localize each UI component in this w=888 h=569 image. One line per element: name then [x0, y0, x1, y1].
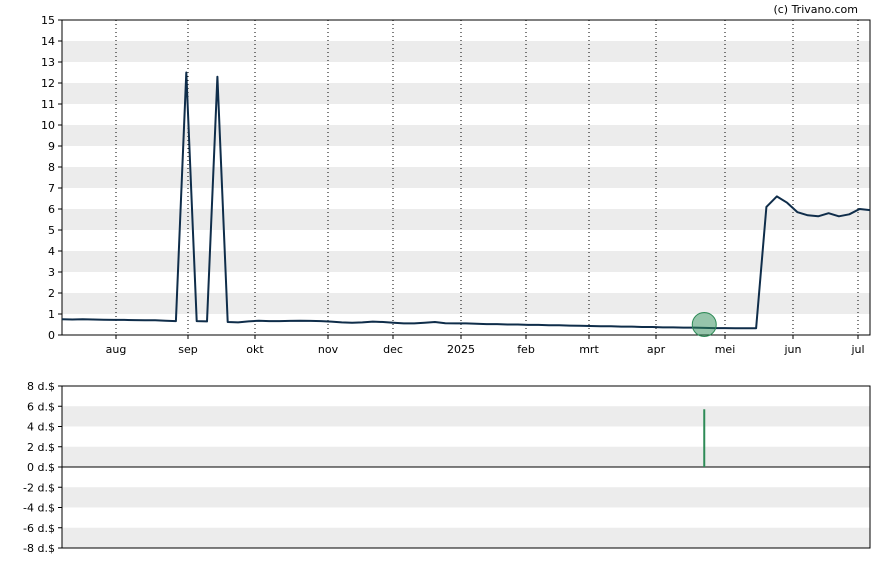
- top-chart-y-tick-label: 0: [48, 329, 55, 342]
- bottom-chart-band: [62, 527, 870, 548]
- bottom-chart-y-tick-label: 4 d.$: [27, 421, 55, 434]
- top-chart-y-tick-label: 13: [41, 56, 55, 69]
- chart-svg: 0123456789101112131415 aug sep okt nov dec 20…: [23, 3, 871, 555]
- top-chart-y-tick-label: 12: [41, 77, 55, 90]
- bottom-chart-y-tick-label: 0 d.$: [27, 461, 55, 474]
- top-chart-y-tick-label: 9: [48, 140, 55, 153]
- bottom-chart-y-tick-label: -2 d.$: [23, 481, 55, 494]
- chart-container: 0 1 2 3 4 5 6 7 8 9 10 11 12 13 14 15 aug sep okt nov dec 20…: [0, 0, 888, 565]
- top-chart-y-tick-label: 3: [48, 266, 55, 279]
- top-chart-x-tick-label: apr: [647, 343, 666, 356]
- top-chart-x-tick-label: 2025: [447, 343, 475, 356]
- bottom-chart-y-ticks: 8 d.$ 6 d.$ 4 d.$ 2 d.$ 0 d.$ -2 d.$ -4 d.$ -6 …: [23, 380, 62, 555]
- top-chart-price-line: [61, 71, 871, 330]
- top-chart-y-tick-label: 7: [48, 182, 55, 195]
- top-chart-y-tick-label: 6: [48, 203, 55, 216]
- bottom-chart-bands: [62, 406, 870, 548]
- top-chart-y-tick-label: 15: [41, 14, 55, 27]
- top-chart-y-tick-label: 5: [48, 224, 55, 237]
- top-chart-y-tick-label: 14: [41, 35, 55, 48]
- top-chart-y-ticks: 0123456789101112131415: [41, 14, 62, 342]
- top-chart-x-tick-label: jul: [850, 343, 864, 356]
- bottom-chart-y-tick-label: -6 d.$: [23, 522, 55, 535]
- bottom-chart-band: [62, 487, 870, 508]
- top-chart-y-tick-label: 10: [41, 119, 55, 132]
- top-chart-x-tick-label: mrt: [579, 343, 599, 356]
- top-chart-y-tick-label: 1: [48, 308, 55, 321]
- top-chart-series: [61, 71, 871, 330]
- top-chart-y-tick-label: 4: [48, 245, 55, 258]
- top-chart-bands: [62, 41, 870, 314]
- top-chart-y-tick-label: 11: [41, 98, 55, 111]
- top-chart-x-tick-label: dec: [383, 343, 403, 356]
- bottom-chart-band: [62, 446, 870, 467]
- top-chart-x-tick-label: okt: [246, 343, 264, 356]
- bottom-chart-y-tick-label: 2 d.$: [27, 441, 55, 454]
- top-chart-band: [62, 209, 870, 230]
- top-chart-band: [62, 41, 870, 62]
- bottom-chart-y-tick-label: 8 d.$: [27, 380, 55, 393]
- bottom-chart-y-tick-label: -8 d.$: [23, 542, 55, 555]
- top-chart-markers: [691, 312, 717, 337]
- top-chart-x-tick-label: nov: [318, 343, 339, 356]
- top-chart-band: [62, 83, 870, 104]
- bottom-chart-y-tick-label: -4 d.$: [23, 502, 55, 515]
- top-chart-band: [62, 251, 870, 272]
- top-chart-x-tick-label: sep: [178, 343, 197, 356]
- top-chart-y-tick-label: 8: [48, 161, 55, 174]
- top-chart-x-tick-label: mei: [715, 343, 736, 356]
- top-chart-event-marker: [691, 312, 717, 337]
- top-chart-x-ticks: aug sep okt nov dec 2025 feb mrt apr mei jun jul: [106, 335, 865, 356]
- top-chart-x-tick-label: jun: [784, 343, 802, 356]
- top-chart-y-tick-label: 2: [48, 287, 55, 300]
- top-chart-x-tick-label: feb: [517, 343, 535, 356]
- watermark-text: (c) Trivano.com: [773, 3, 858, 16]
- top-chart-band: [62, 293, 870, 314]
- bottom-chart-band: [62, 406, 870, 427]
- top-chart-x-tick-label: aug: [106, 343, 127, 356]
- bottom-chart-y-tick-label: 6 d.$: [27, 400, 55, 413]
